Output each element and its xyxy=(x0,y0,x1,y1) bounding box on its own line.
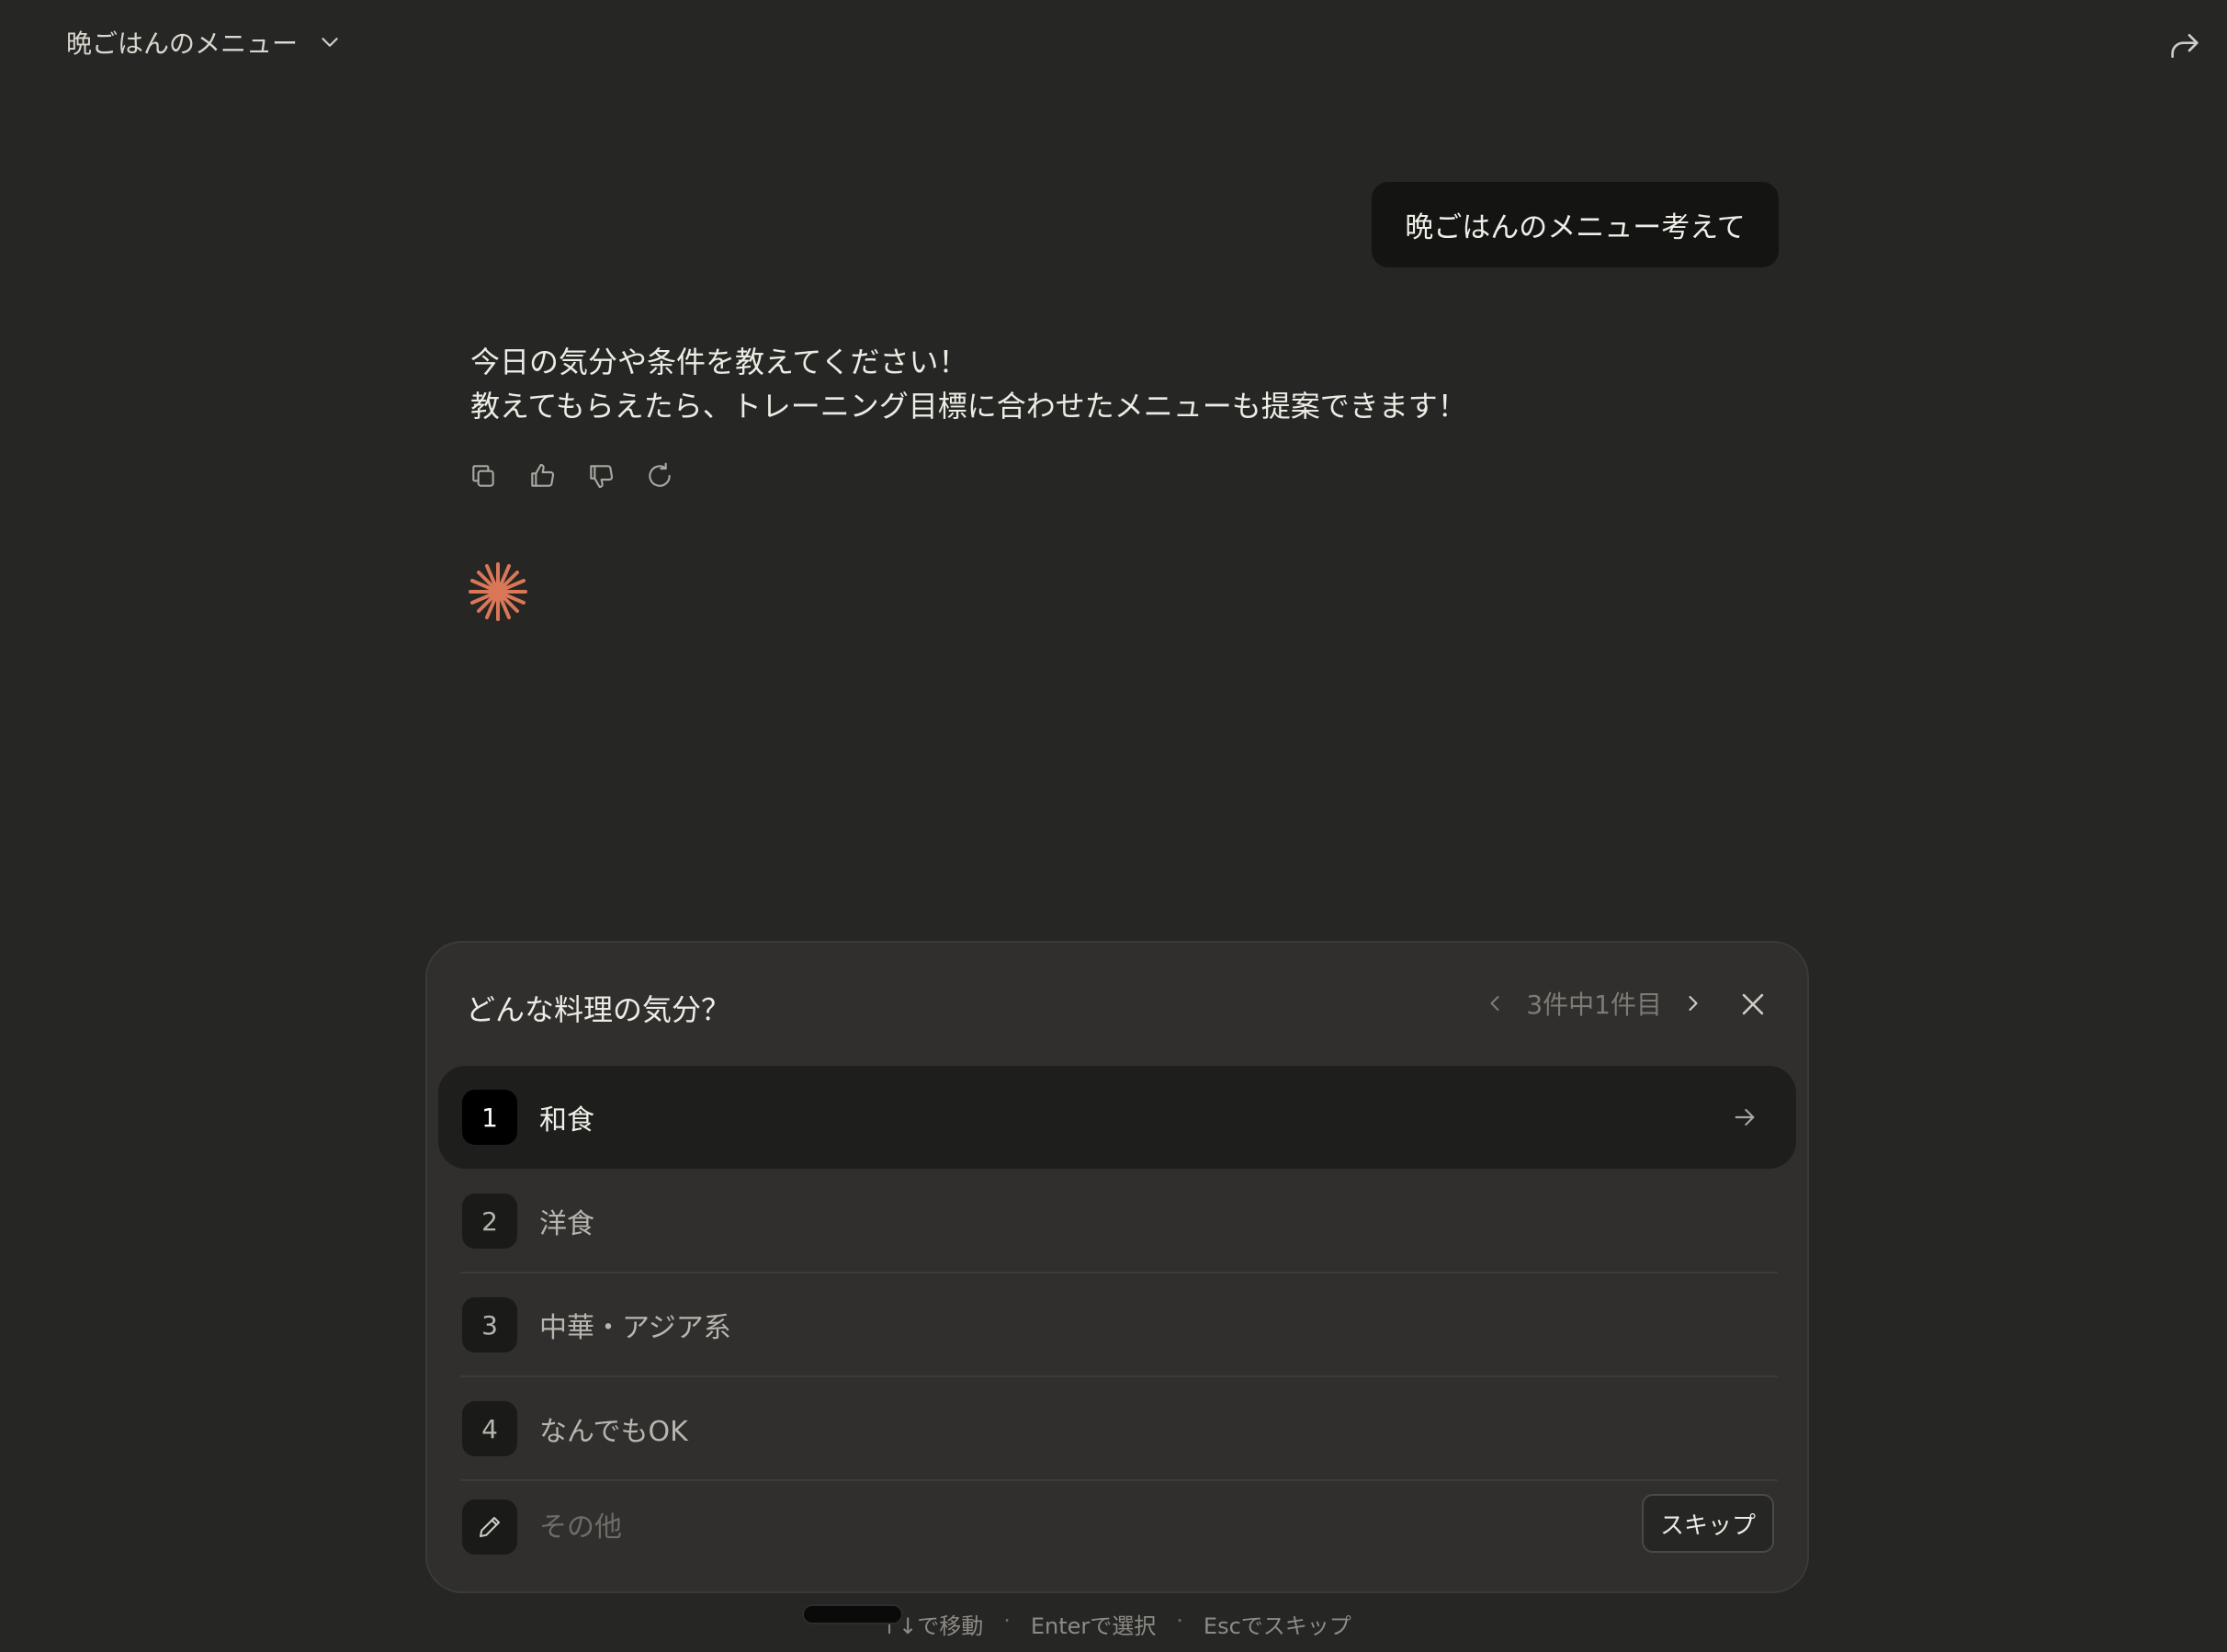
thumbs-down-icon xyxy=(590,465,614,489)
copy-icon xyxy=(472,465,494,487)
option-number: 3 xyxy=(462,1297,517,1352)
option-3[interactable]: 3 中華・アジア系 xyxy=(438,1273,1796,1376)
option-1[interactable]: 1 和食 xyxy=(438,1066,1796,1169)
option-2[interactable]: 2 洋食 xyxy=(438,1170,1796,1273)
thumbs-up-button[interactable] xyxy=(527,461,557,491)
message-actions xyxy=(469,461,674,491)
option-number: 2 xyxy=(462,1194,517,1249)
option-number: 4 xyxy=(462,1401,517,1456)
option-label: なんでもOK xyxy=(539,1416,688,1448)
sparkle-icon xyxy=(469,562,527,621)
loading-sparkle xyxy=(467,560,529,623)
option-number: 1 xyxy=(462,1090,517,1145)
option-label: 洋食 xyxy=(539,1208,594,1240)
copy-button[interactable] xyxy=(469,461,498,491)
assistant-line: 教えてもらえたら、トレーニング目標に合わせたメニューも提案できます！ xyxy=(470,389,1467,424)
hint-skip: Escでスキップ xyxy=(1203,1613,1351,1639)
option-4[interactable]: 4 なんでもOK xyxy=(438,1377,1796,1480)
thumbs-down-button[interactable] xyxy=(586,461,616,491)
chevron-right-icon[interactable] xyxy=(1680,990,1706,1016)
scroll-indicator[interactable] xyxy=(802,1604,903,1624)
divider xyxy=(460,1479,1778,1481)
option-label: 中華・アジア系 xyxy=(539,1312,731,1344)
user-message: 晩ごはんのメニュー考えて xyxy=(1405,211,1746,244)
other-answer-input[interactable] xyxy=(539,1499,1796,1555)
close-icon xyxy=(1742,993,1764,1015)
pencil-button[interactable] xyxy=(462,1499,517,1555)
question-title: どんな料理の気分？ xyxy=(466,992,731,1027)
thumbs-up-icon xyxy=(531,463,555,487)
question-panel: どんな料理の気分？ 3件中1件目 1 和食 2 洋食 3 中華・アジア系 4 な… xyxy=(425,941,1809,1593)
chevron-down-icon xyxy=(322,38,338,47)
top-bar: 晩ごはんのメニュー xyxy=(0,0,2227,85)
share-arrow-icon xyxy=(2171,34,2199,59)
user-message-bubble: 晩ごはんのメニュー考えて xyxy=(1372,182,1779,267)
close-button[interactable] xyxy=(1737,989,1769,1020)
question-pager: 3件中1件目 xyxy=(1482,985,1706,1022)
retry-icon xyxy=(649,462,671,487)
skip-button[interactable]: スキップ xyxy=(1642,1494,1774,1553)
other-answer-row: スキップ xyxy=(438,1485,1796,1569)
keyboard-hints: ↑↓で移動 · Enterで選択 · Escでスキップ xyxy=(880,1608,1351,1640)
retry-button[interactable] xyxy=(645,461,674,491)
arrow-right-icon xyxy=(1735,1108,1755,1126)
hint-separator: · xyxy=(1176,1608,1183,1634)
assistant-message: 今日の気分や条件を教えてください！ 教えてもらえたら、トレーニング目標に合わせた… xyxy=(470,340,1467,428)
assistant-line: 今日の気分や条件を教えてください！ xyxy=(470,345,968,379)
hint-separator: · xyxy=(1003,1608,1011,1634)
chevron-left-icon[interactable] xyxy=(1482,990,1508,1016)
pager-text: 3件中1件目 xyxy=(1526,990,1662,1020)
pencil-icon xyxy=(480,1517,500,1537)
option-label: 和食 xyxy=(539,1104,594,1137)
chat-title: 晩ごはんのメニュー xyxy=(66,28,299,59)
chat-title-dropdown[interactable]: 晩ごはんのメニュー xyxy=(66,24,344,61)
share-button[interactable] xyxy=(2166,28,2203,64)
hint-select: Enterで選択 xyxy=(1030,1613,1157,1639)
